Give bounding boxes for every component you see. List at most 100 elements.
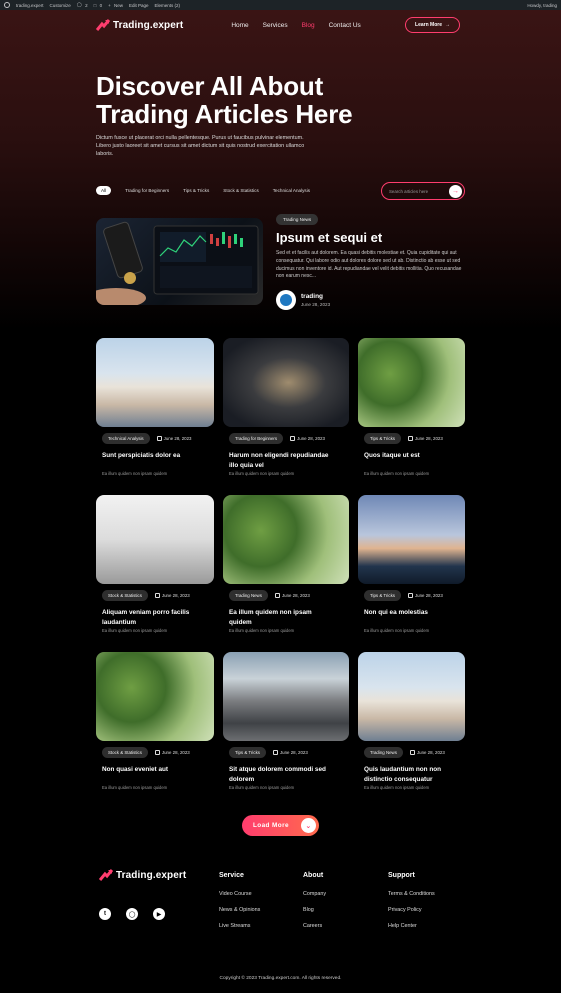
article-card[interactable]: Stock & Statistics June 28, 2023 Non quas… bbox=[96, 652, 214, 790]
featured-category-badge[interactable]: Trading News bbox=[276, 214, 319, 225]
footer-support-heading: Support bbox=[388, 872, 415, 879]
nav-blog[interactable]: Blog bbox=[302, 22, 315, 29]
filter-technical-analysis[interactable]: Technical Analysis bbox=[273, 188, 310, 193]
hero-title-line2: Trading Articles Here bbox=[96, 99, 353, 129]
admin-new-link[interactable]: + New bbox=[108, 3, 123, 8]
admin-elements-link[interactable]: Elements (2) bbox=[155, 3, 181, 8]
statue-of-liberty-image[interactable] bbox=[96, 495, 214, 584]
footer-link-privacy[interactable]: Privacy Policy bbox=[388, 907, 435, 913]
admin-updates-link[interactable]: □ 0 bbox=[94, 3, 102, 8]
category-badge[interactable]: Tips & Tricks bbox=[364, 433, 401, 444]
article-card[interactable]: Trading News June 28, 2023 Ea illum quide… bbox=[223, 495, 349, 633]
leaf-droplet-image[interactable] bbox=[96, 652, 214, 741]
admin-customize-link[interactable]: Customize bbox=[50, 3, 71, 8]
instagram-icon[interactable]: ◯ bbox=[126, 908, 138, 920]
post-date-text: June 28, 2023 bbox=[414, 593, 443, 598]
santorini-image[interactable] bbox=[96, 338, 214, 427]
admin-edit-page-link[interactable]: Edit Page bbox=[129, 3, 149, 8]
footer-link-video-course[interactable]: Video Course bbox=[219, 891, 260, 897]
learn-more-label: Learn More bbox=[415, 22, 442, 28]
hero-title-line1: Discover All About bbox=[96, 71, 324, 101]
article-card[interactable]: Trading News June 28, 2023 Quis laudantiu… bbox=[358, 652, 468, 790]
article-card[interactable]: Stock & Statistics June 28, 2023 Aliquam … bbox=[96, 495, 214, 633]
filter-stock-statistics[interactable]: Stock & Statistics bbox=[223, 188, 259, 193]
nav-contact[interactable]: Contact Us bbox=[329, 22, 361, 29]
calendar-icon bbox=[407, 593, 413, 598]
article-title[interactable]: Aliquam veniam porro facilis laudantium bbox=[96, 608, 206, 627]
mountain-image[interactable] bbox=[223, 652, 349, 741]
leaf-droplet-image[interactable] bbox=[223, 495, 349, 584]
category-badge[interactable]: Stock & Statistics bbox=[102, 747, 148, 758]
footer-link-news-opinions[interactable]: News & Opinions bbox=[219, 907, 260, 913]
footer-link-careers[interactable]: Careers bbox=[303, 923, 326, 929]
article-title[interactable]: Ea illum quidem non ipsam quidem bbox=[223, 608, 333, 627]
nav-home[interactable]: Home bbox=[231, 22, 248, 29]
calendar-icon bbox=[272, 750, 278, 755]
site-logo[interactable]: Trading.expert bbox=[96, 18, 183, 32]
article-card[interactable]: Tips & Tricks June 28, 2023 Quos itaque u… bbox=[358, 338, 468, 476]
article-excerpt: Ea illum quidem non ipsam quidem bbox=[102, 471, 168, 476]
filter-all[interactable]: All bbox=[96, 186, 112, 195]
footer-link-blog[interactable]: Blog bbox=[303, 907, 326, 913]
article-card[interactable]: Technical Analysis June 28, 2023 Sunt per… bbox=[96, 338, 214, 476]
leaf-droplet-image[interactable] bbox=[358, 338, 465, 427]
featured-title[interactable]: Ipsum et sequi et bbox=[276, 230, 382, 245]
category-badge[interactable]: Tips & Tricks bbox=[364, 590, 401, 601]
article-title[interactable]: Harum non eligendi repudiandae illo quia… bbox=[223, 451, 333, 470]
article-title[interactable]: Non quasi eveniet aut bbox=[96, 765, 206, 775]
footer-link-help-center[interactable]: Help Center bbox=[388, 923, 435, 929]
category-badge[interactable]: Stock & Statistics bbox=[102, 590, 148, 601]
article-title[interactable]: Sunt perspiciatis dolor ea bbox=[96, 451, 206, 461]
load-more-button[interactable]: Load More ⌄ bbox=[242, 815, 319, 836]
category-filters: All Trading for Beginners Tips & Tricks … bbox=[96, 186, 310, 195]
post-date: June 28, 2023 bbox=[407, 593, 443, 598]
footer-link-company[interactable]: Company bbox=[303, 891, 326, 897]
footer-link-live-streams[interactable]: Live Streams bbox=[219, 923, 260, 929]
stairs-image[interactable] bbox=[223, 338, 349, 427]
article-card[interactable]: Tips & Tricks June 28, 2023 Non qui ea mo… bbox=[358, 495, 468, 633]
article-excerpt: Ea illum quidem non ipsam quidem bbox=[229, 471, 295, 476]
article-excerpt: Ea illum quidem non ipsam quidem bbox=[364, 785, 430, 790]
article-title[interactable]: Quis laudantium non non distinctio conse… bbox=[358, 765, 468, 784]
article-excerpt: Ea illum quidem non ipsam quidem bbox=[102, 785, 168, 790]
social-links: t ◯ ▶ bbox=[99, 908, 165, 920]
featured-image[interactable] bbox=[96, 218, 263, 305]
calendar-icon bbox=[407, 436, 413, 441]
author-name[interactable]: trading bbox=[301, 293, 330, 300]
post-date-text: June 28, 2023 bbox=[281, 593, 310, 598]
search-submit-button[interactable]: → bbox=[449, 185, 462, 198]
footer-about-heading: About bbox=[303, 872, 324, 879]
calendar-icon bbox=[274, 593, 280, 598]
category-badge[interactable]: Trading News bbox=[229, 590, 268, 601]
article-title[interactable]: Non qui ea molestias bbox=[358, 608, 468, 618]
nav-services[interactable]: Services bbox=[263, 22, 288, 29]
category-badge[interactable]: Tips & Tricks bbox=[229, 747, 266, 758]
article-excerpt: Ea illum quidem non ipsam quidem bbox=[102, 628, 168, 633]
calendar-icon bbox=[409, 750, 415, 755]
category-badge[interactable]: Technical Analysis bbox=[102, 433, 150, 444]
filter-trading-for-beginners[interactable]: Trading for Beginners bbox=[125, 188, 169, 193]
wp-logo-icon[interactable] bbox=[4, 2, 10, 8]
footer-logo[interactable]: Trading.expert bbox=[99, 868, 186, 882]
santorini-image[interactable] bbox=[358, 652, 465, 741]
article-title[interactable]: Quos itaque ut est bbox=[358, 451, 468, 461]
learn-more-button[interactable]: Learn More → bbox=[405, 17, 460, 33]
search-input[interactable]: Search articles here → bbox=[381, 182, 465, 200]
admin-site-link[interactable]: trading.expert bbox=[16, 3, 44, 8]
featured-author: trading June 28, 2023 bbox=[276, 290, 330, 310]
youtube-icon[interactable]: ▶ bbox=[153, 908, 165, 920]
article-title[interactable]: Sit atque dolorem commodi sed dolorem bbox=[223, 765, 333, 784]
article-card[interactable]: Trading for Beginners June 28, 2023 Harum… bbox=[223, 338, 349, 476]
category-badge[interactable]: Trading News bbox=[364, 747, 403, 758]
filter-tips-tricks[interactable]: Tips & Tricks bbox=[183, 188, 209, 193]
comments-count: 2 bbox=[85, 2, 88, 8]
hero-desc-line2: Libero justo laoreet sit amet cursus sit… bbox=[96, 143, 305, 149]
category-badge[interactable]: Trading for Beginners bbox=[229, 433, 284, 444]
admin-howdy-link[interactable]: Howdy, trading bbox=[527, 3, 557, 8]
admin-comments-link[interactable]: ◯ 2 bbox=[77, 2, 88, 8]
article-card[interactable]: Tips & Tricks June 28, 2023 Sit atque dol… bbox=[223, 652, 349, 790]
harbor-crane-image[interactable] bbox=[358, 495, 465, 584]
footer-link-terms[interactable]: Terms & Conditions bbox=[388, 891, 435, 897]
twitter-icon[interactable]: t bbox=[99, 908, 111, 920]
footer-service-heading: Service bbox=[219, 872, 244, 879]
